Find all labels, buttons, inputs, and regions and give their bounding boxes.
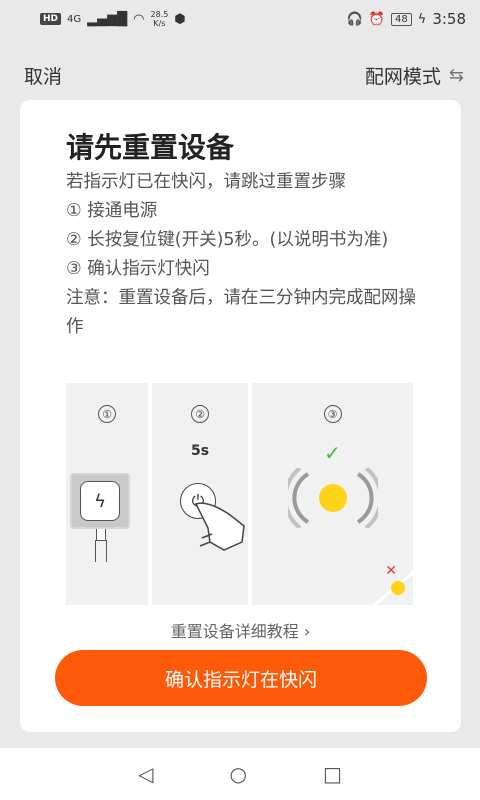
reset-guide-card: 请先重置设备 若指示灯已在快闪，请跳过重置步骤 ① 接通电源 ② 长按复位键(开… (20, 100, 461, 732)
headphone-icon: 🎧 (346, 11, 363, 27)
instruction-line: 若指示灯已在快闪，请跳过重置步骤 (66, 172, 346, 192)
reset-illustration: ① ϟ ② 5s ⏻ ③ ✓ ✕ (66, 383, 413, 605)
instruction-line: ③ 确认指示灯快闪 (66, 259, 210, 279)
step-panel-3: ③ ✓ ✕ (252, 383, 413, 605)
step-number: ② (191, 405, 209, 423)
page-title: 请先重置设备 (66, 131, 235, 164)
confirm-button[interactable]: 确认指示灯在快闪 (55, 650, 427, 706)
swap-arrows-icon: ⇆ (448, 64, 464, 86)
power-plug-icon: ϟ (70, 473, 130, 529)
back-triangle-icon[interactable]: ◁ (138, 762, 153, 786)
signal-icon: ▂▄▆█ (87, 11, 128, 27)
network-type: 4G (67, 13, 82, 25)
top-nav: 取消 配网模式 ⇆ (0, 58, 480, 92)
check-icon: ✓ (324, 441, 341, 465)
tutorial-link[interactable]: 重置设备详细教程 › (20, 618, 461, 642)
charging-icon: ϟ (417, 11, 427, 27)
blinking-light-icon (288, 468, 378, 528)
recent-square-icon[interactable]: □ (323, 762, 342, 786)
alarm-icon: ⏰ (368, 11, 385, 27)
tutorial-label: 重置设备详细教程 (170, 622, 299, 641)
instruction-line: 注意：重置设备后，请在三分钟内完成配网操作 (66, 288, 416, 337)
cancel-button[interactable]: 取消 (24, 62, 62, 89)
system-nav-bar: ◁ ○ □ (0, 748, 480, 800)
press-duration: 5s (190, 443, 210, 459)
step-panel-2: ② 5s ⏻ (152, 383, 248, 605)
net-speed: 28.5 K/s (150, 10, 169, 28)
finger-icon (194, 502, 245, 551)
divider-line (344, 556, 413, 605)
battery-level: 48 (391, 12, 412, 26)
wifi-icon: ◠ (133, 11, 145, 27)
slow-light-icon (391, 581, 405, 595)
step-number: ③ (323, 405, 342, 423)
step-panel-1: ① ϟ (66, 383, 148, 605)
plug-pins (95, 540, 107, 562)
home-circle-icon[interactable]: ○ (230, 762, 247, 786)
chevron-right-icon: › (303, 622, 311, 641)
instruction-line: ② 长按复位键(开关)5秒。(以说明书为准) (66, 230, 389, 250)
network-mode-label: 配网模式 (364, 65, 441, 88)
hd-badge: HD (40, 13, 62, 25)
app-icon: ⬢ (174, 11, 186, 27)
cross-icon: ✕ (385, 563, 397, 579)
status-bar: HD 4G ▂▄▆█ ◠ 28.5 K/s ⬢ 🎧 ⏰ 48 ϟ 3:58 (0, 0, 480, 38)
clock: 3:58 (432, 10, 466, 28)
instructions: 若指示灯已在快闪，请跳过重置步骤 ① 接通电源 ② 长按复位键(开关)5秒。(以… (66, 168, 426, 342)
instruction-line: ① 接通电源 (66, 201, 158, 221)
step-number: ① (98, 405, 116, 423)
network-mode-button[interactable]: 配网模式 ⇆ (365, 62, 464, 89)
